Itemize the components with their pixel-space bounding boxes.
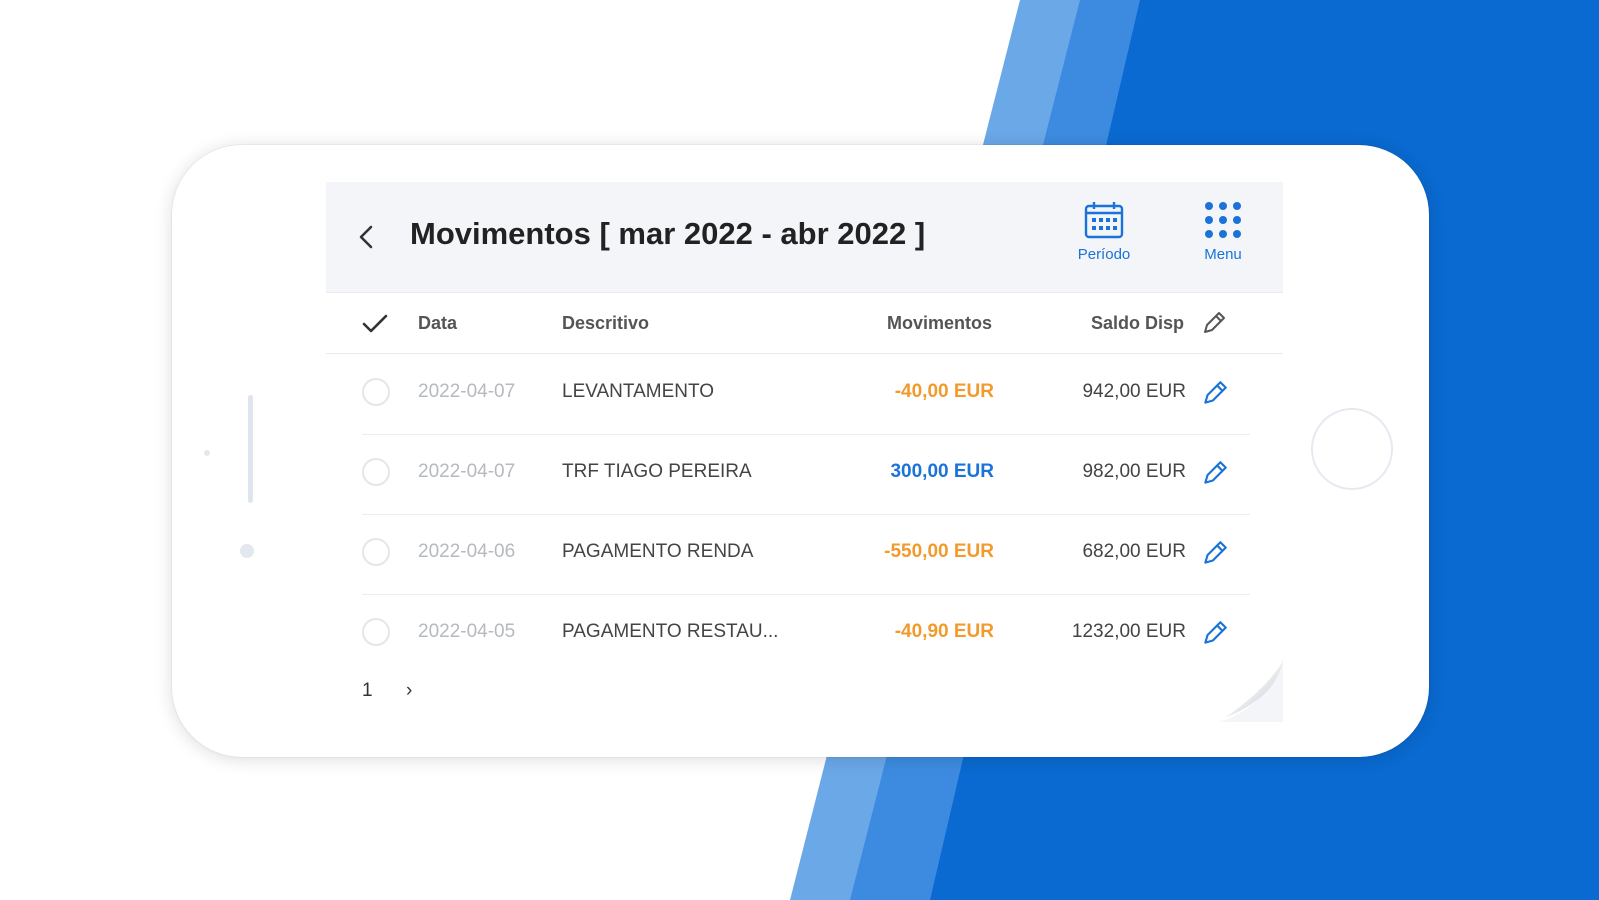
phone-speaker <box>248 395 253 503</box>
phone-sensor <box>204 450 210 456</box>
row-date: 2022-04-05 <box>418 621 516 642</box>
row-amount: 300,00 EUR <box>890 461 994 482</box>
row-balance: 942,00 EUR <box>1082 381 1186 402</box>
row-description: PAGAMENTO RENDA <box>562 541 754 562</box>
column-header-descritivo[interactable]: Descritivo <box>562 313 649 334</box>
row-date: 2022-04-06 <box>418 541 516 562</box>
phone-home-button[interactable] <box>1311 408 1393 490</box>
calendar-icon <box>1084 202 1124 239</box>
row-amount: -550,00 EUR <box>884 541 994 562</box>
row-select-radio[interactable] <box>362 618 390 646</box>
grid-icon <box>1205 202 1241 238</box>
pencil-icon[interactable] <box>1200 378 1230 408</box>
row-balance: 1232,00 EUR <box>1071 621 1186 642</box>
table-row[interactable]: 2022-04-07 TRF TIAGO PEREIRA 300,00 EUR 982… <box>362 434 1250 515</box>
check-icon[interactable] <box>362 313 388 335</box>
row-description: TRF TIAGO PEREIRA <box>562 461 752 482</box>
app-header: Movimentos [ mar 2022 - abr 2022 ] Perío… <box>326 182 1283 293</box>
row-description: LEVANTAMENTO <box>562 381 715 402</box>
row-description: PAGAMENTO RESTAU... <box>562 621 779 642</box>
column-header-saldo[interactable]: Saldo Disp <box>1091 313 1184 334</box>
row-balance: 682,00 EUR <box>1082 541 1186 562</box>
row-amount: -40,90 EUR <box>894 621 994 642</box>
menu-label: Menu <box>1204 246 1242 263</box>
pencil-icon[interactable] <box>1200 309 1228 337</box>
table-row[interactable]: 2022-04-07 LEVANTAMENTO -40,00 EUR 942,00 E… <box>362 354 1250 435</box>
periodo-button[interactable]: Período <box>1059 200 1149 280</box>
pencil-icon[interactable] <box>1200 618 1230 648</box>
next-page-button[interactable]: › <box>406 680 412 702</box>
menu-button[interactable]: Menu <box>1178 200 1268 280</box>
column-header-movimentos[interactable]: Movimentos <box>887 313 992 334</box>
row-balance: 982,00 EUR <box>1082 461 1186 482</box>
pencil-icon[interactable] <box>1200 458 1230 488</box>
phone-camera <box>240 544 254 558</box>
row-select-radio[interactable] <box>362 378 390 406</box>
row-select-radio[interactable] <box>362 538 390 566</box>
table-row[interactable]: 2022-04-06 PAGAMENTO RENDA -550,00 EUR 682,… <box>362 514 1250 595</box>
column-header-data[interactable]: Data <box>418 313 457 334</box>
pencil-icon[interactable] <box>1200 538 1230 568</box>
table-row[interactable]: 2022-04-05 PAGAMENTO RESTAU... -40,90 EUR 1… <box>362 594 1250 674</box>
row-amount: -40,00 EUR <box>894 381 994 402</box>
page-number[interactable]: 1 <box>362 680 373 702</box>
periodo-label: Período <box>1077 246 1131 263</box>
app-screen: Movimentos [ mar 2022 - abr 2022 ] Perío… <box>326 182 1283 722</box>
table-header: Data Descritivo Movimentos Saldo Disp <box>326 293 1283 354</box>
page-curl-graphic <box>1219 658 1283 722</box>
chevron-left-icon[interactable] <box>356 222 376 252</box>
row-select-radio[interactable] <box>362 458 390 486</box>
row-date: 2022-04-07 <box>418 461 516 482</box>
row-date: 2022-04-07 <box>418 381 516 402</box>
page-title: Movimentos [ mar 2022 - abr 2022 ] <box>410 216 926 251</box>
